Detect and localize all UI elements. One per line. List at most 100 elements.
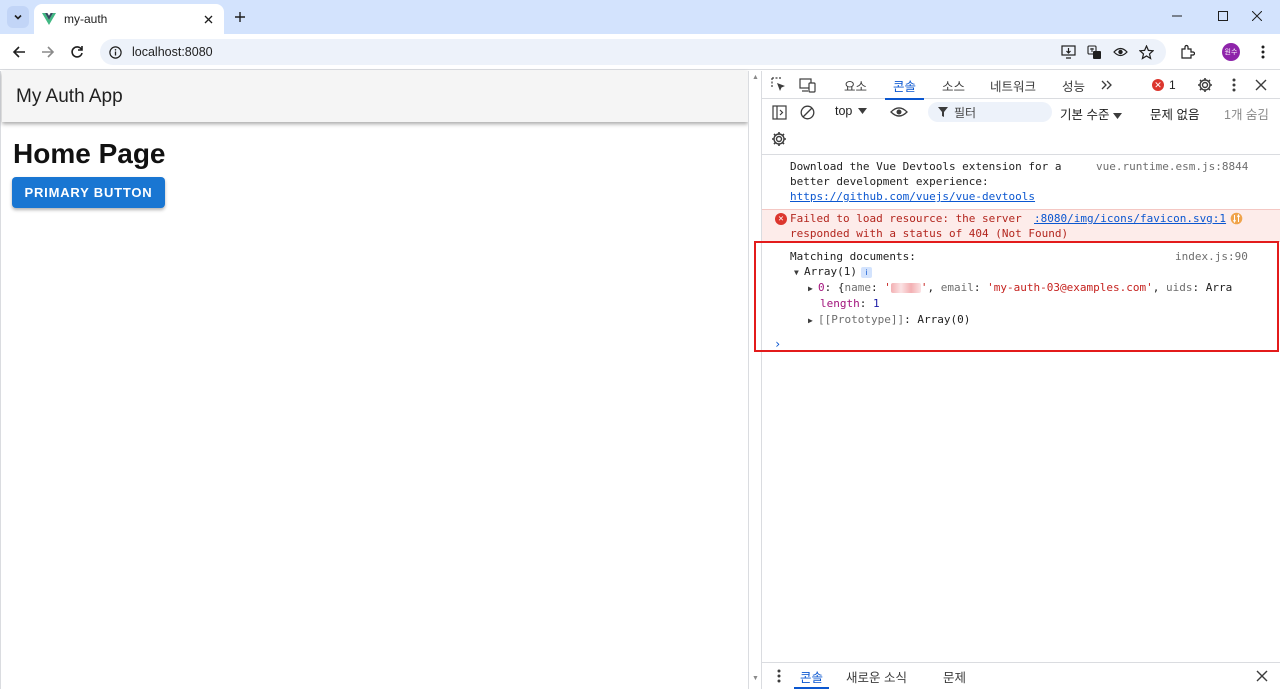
chevron-down-icon bbox=[14, 14, 22, 20]
tab-sources[interactable]: 소스 bbox=[942, 71, 965, 99]
collapsed-triangle-icon[interactable]: ▶ bbox=[808, 313, 818, 328]
scroll-up-icon[interactable]: ▲ bbox=[752, 74, 759, 81]
array-item-row[interactable]: ▶ 0: {name: ' ', email: 'my-auth-03@exampl… bbox=[808, 280, 1232, 296]
issues-indicator[interactable]: 문제 없음 bbox=[1150, 104, 1199, 123]
site-info-icon[interactable] bbox=[108, 45, 122, 59]
tab-console[interactable]: 콘솔 bbox=[884, 71, 925, 100]
page-viewport: My Auth App Home Page PRIMARY BUTTON bbox=[0, 71, 748, 689]
tab-performance[interactable]: 성능 bbox=[1062, 71, 1085, 99]
drawer-tab-console[interactable]: 콘솔 bbox=[793, 663, 830, 689]
close-devtools-icon[interactable] bbox=[1252, 76, 1270, 94]
more-menu-icon[interactable] bbox=[1254, 43, 1272, 61]
source-link[interactable]: vue.runtime.esm.js:8844 bbox=[1096, 159, 1248, 174]
message-text: responded with a status of 404 (Not Foun… bbox=[790, 227, 1069, 240]
context-selector[interactable]: top bbox=[835, 104, 868, 118]
tab-network[interactable]: 네트워크 bbox=[990, 71, 1036, 99]
more-tabs-icon[interactable] bbox=[1098, 76, 1116, 94]
inspect-element-icon[interactable] bbox=[770, 76, 788, 94]
drawer-tab-issues[interactable]: 문제 bbox=[943, 663, 966, 689]
email-key: email bbox=[940, 281, 974, 294]
console-output: Download the Vue Devtools extension for … bbox=[762, 155, 1280, 665]
prototype-key: [[Prototype]] bbox=[818, 313, 905, 326]
clear-console-icon[interactable] bbox=[798, 103, 816, 121]
install-app-icon[interactable] bbox=[1060, 44, 1076, 60]
bookmark-star-icon[interactable] bbox=[1138, 44, 1154, 60]
close-window-button[interactable] bbox=[1234, 0, 1280, 32]
devtools-menu-icon[interactable] bbox=[1225, 76, 1243, 94]
back-button[interactable] bbox=[8, 41, 30, 63]
tab-search-button[interactable] bbox=[7, 6, 29, 28]
array-label: Array(1) bbox=[804, 265, 857, 278]
log-level-label: 기본 수준 bbox=[1060, 108, 1110, 122]
prototype-value: Array(0) bbox=[917, 313, 971, 326]
name-key: name bbox=[844, 281, 872, 294]
message-text: Download the Vue Devtools extension for … bbox=[790, 160, 1062, 173]
address-bar[interactable]: localhost:8080 bbox=[100, 39, 1166, 65]
collapsed-triangle-icon[interactable]: ▶ bbox=[808, 281, 818, 296]
filter-funnel-icon bbox=[938, 107, 948, 117]
reload-button[interactable] bbox=[66, 41, 88, 63]
hidden-count: 1개 숨김 bbox=[1224, 108, 1269, 122]
close-tab-icon[interactable] bbox=[200, 11, 216, 27]
plus-icon bbox=[235, 12, 245, 22]
settings-gear-icon[interactable] bbox=[1196, 76, 1214, 94]
source-link[interactable]: :8080/img/icons/favicon.svg:1 bbox=[1034, 211, 1226, 226]
close-drawer-icon[interactable] bbox=[1253, 667, 1271, 685]
console-message-error: ✕ Failed to load resource: the server re… bbox=[762, 209, 1280, 242]
uids-key: uids bbox=[1165, 281, 1193, 294]
minimize-icon bbox=[1172, 15, 1182, 17]
profile-avatar[interactable]: 원수 bbox=[1222, 43, 1240, 61]
source-link[interactable]: index.js:90 bbox=[1175, 249, 1248, 264]
devtools-panel: 요소 콘솔 소스 네트워크 성능 ✕ 1 top 필터 기본 수준 문제 없음 … bbox=[762, 71, 1280, 689]
console-settings-gear-icon[interactable] bbox=[770, 130, 788, 148]
devtools-drawer: 콘솔 새로운 소식 문제 bbox=[762, 662, 1280, 689]
tab-title: my-auth bbox=[64, 12, 108, 26]
forward-button[interactable] bbox=[37, 41, 59, 63]
scroll-down-icon[interactable]: ▼ bbox=[752, 675, 759, 682]
item-index: 0 bbox=[818, 281, 825, 294]
info-icon[interactable]: i bbox=[860, 267, 872, 278]
live-expression-eye-icon[interactable] bbox=[890, 103, 908, 121]
sidebar-toggle-icon[interactable] bbox=[770, 103, 788, 121]
log-level-selector[interactable]: 기본 수준 bbox=[1060, 104, 1122, 123]
array-row[interactable]: ▼ Array(1) i bbox=[794, 264, 872, 280]
browser-toolbar: localhost:8080 bbox=[0, 34, 1280, 70]
message-text: Failed to load resource: the server bbox=[790, 212, 1022, 225]
arrow-right-icon bbox=[42, 46, 55, 58]
extensions-icon[interactable] bbox=[1178, 43, 1196, 61]
length-value: 1 bbox=[873, 297, 880, 310]
console-message-vue: Download the Vue Devtools extension for … bbox=[762, 159, 1280, 207]
uids-value: Arra bbox=[1205, 281, 1233, 294]
error-counter[interactable]: ✕ 1 bbox=[1152, 78, 1176, 92]
reload-icon bbox=[71, 46, 83, 58]
message-text: better development experience: bbox=[790, 175, 989, 188]
dropdown-arrow-icon bbox=[858, 108, 868, 114]
filter-placeholder: 필터 bbox=[954, 105, 977, 120]
primary-button[interactable]: PRIMARY BUTTON bbox=[12, 177, 165, 208]
devtools-splitter[interactable]: ▲ ▼ bbox=[748, 71, 762, 689]
console-toolbar: top 필터 기본 수준 문제 없음 1개 숨김 bbox=[762, 99, 1280, 155]
prototype-row[interactable]: ▶ [[Prototype]]: Array(0) bbox=[808, 312, 970, 328]
eye-icon[interactable] bbox=[1112, 44, 1128, 60]
device-toolbar-icon[interactable] bbox=[798, 76, 816, 94]
console-prompt-icon: › bbox=[774, 337, 782, 351]
email-value: 'my-auth-03@examples.com' bbox=[987, 281, 1153, 294]
arrow-left-icon bbox=[12, 46, 25, 58]
network-request-icon[interactable] bbox=[1230, 212, 1243, 225]
page-title: Home Page bbox=[13, 138, 166, 169]
redacted-name bbox=[890, 283, 921, 293]
browser-tab[interactable]: my-auth bbox=[34, 4, 224, 34]
app-bar: My Auth App bbox=[2, 71, 748, 122]
drawer-tab-whats-new[interactable]: 새로운 소식 bbox=[846, 663, 907, 689]
error-icon: ✕ bbox=[1152, 79, 1164, 91]
minimize-button[interactable] bbox=[1154, 0, 1200, 32]
tab-elements[interactable]: 요소 bbox=[844, 71, 867, 99]
vue-devtools-link[interactable]: https://github.com/vuejs/vue-devtools bbox=[790, 189, 1035, 204]
console-filter-input[interactable]: 필터 bbox=[928, 102, 1052, 122]
drawer-menu-icon[interactable] bbox=[770, 667, 788, 685]
new-tab-button[interactable] bbox=[231, 8, 249, 26]
translate-icon[interactable] bbox=[1086, 44, 1102, 60]
url-text: localhost:8080 bbox=[132, 45, 213, 59]
expanded-triangle-icon[interactable]: ▼ bbox=[794, 265, 804, 280]
error-count: 1 bbox=[1169, 78, 1176, 92]
